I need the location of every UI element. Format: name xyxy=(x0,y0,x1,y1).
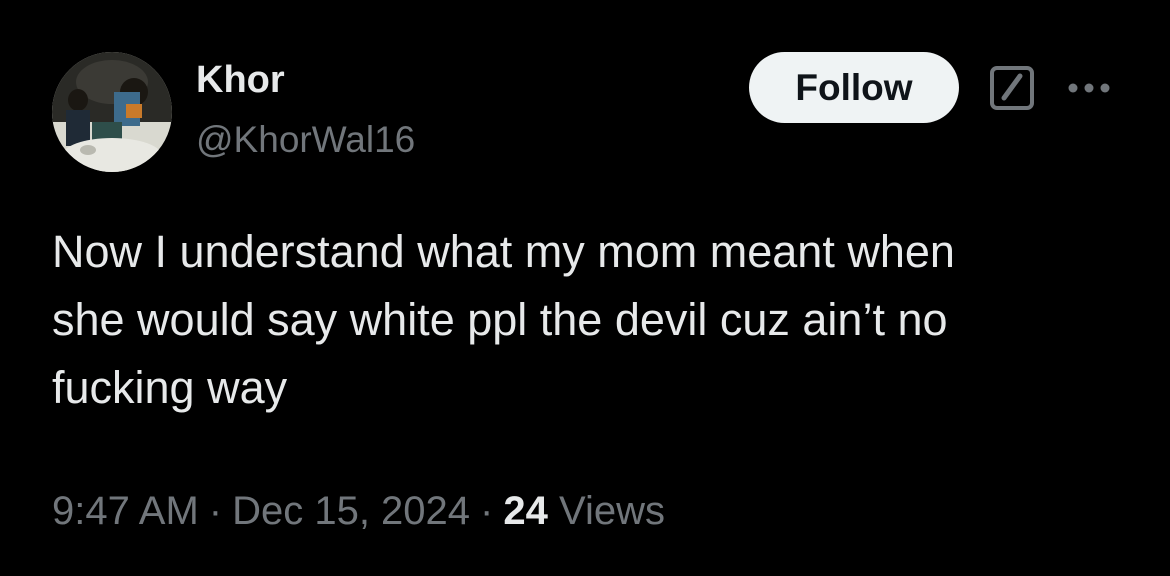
tweet: Khor @KhorWal16 Follow Now I understand … xyxy=(0,0,1170,576)
separator-dot: · xyxy=(208,489,223,533)
author-handle[interactable]: @KhorWal16 xyxy=(196,116,415,164)
views-label: Views xyxy=(559,489,665,533)
tweet-metadata: 9:47 AM · Dec 15, 2024 · 24 Views xyxy=(52,486,665,536)
tweet-text: Now I understand what my mom meant when s… xyxy=(52,218,1132,422)
tweet-time[interactable]: 9:47 AM xyxy=(52,489,199,533)
avatar-photo xyxy=(52,52,172,172)
avatar[interactable] xyxy=(52,52,172,172)
author-display-name[interactable]: Khor xyxy=(196,56,285,104)
more-icon[interactable] xyxy=(1064,70,1114,106)
tweet-text-line: she would say white ppl the devil cuz ai… xyxy=(52,294,948,345)
tweet-text-line: fucking way xyxy=(52,362,288,413)
tweet-date[interactable]: Dec 15, 2024 xyxy=(232,489,470,533)
separator-dot: · xyxy=(480,489,494,533)
tweet-text-line: Now I understand what my mom meant when xyxy=(52,226,955,277)
follow-button[interactable]: Follow xyxy=(749,52,959,123)
views-count: 24 xyxy=(503,489,548,533)
grok-icon[interactable] xyxy=(988,64,1036,112)
